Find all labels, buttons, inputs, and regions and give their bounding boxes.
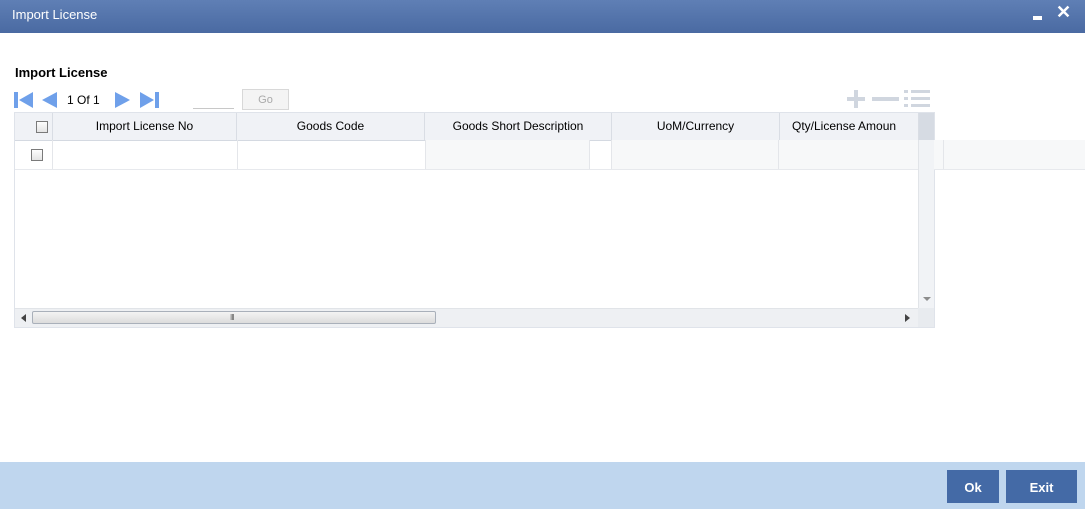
next-page-icon[interactable] bbox=[114, 91, 132, 109]
scroll-left-icon[interactable] bbox=[21, 314, 26, 322]
first-page-icon[interactable] bbox=[14, 91, 34, 109]
cell-extra[interactable] bbox=[944, 140, 1085, 169]
page-indicator: 1 Of 1 bbox=[67, 93, 100, 107]
close-icon[interactable]: ✕ bbox=[1056, 2, 1071, 22]
header-select-cell bbox=[15, 113, 53, 140]
go-button[interactable]: Go bbox=[242, 89, 289, 110]
grid-header-row: Import License No Goods Code Goods Short… bbox=[15, 113, 919, 141]
column-header-import-license-no[interactable]: Import License No bbox=[53, 113, 237, 140]
ok-button[interactable]: Ok bbox=[947, 470, 999, 503]
add-row-icon[interactable] bbox=[845, 88, 867, 110]
page-number-input[interactable] bbox=[193, 94, 234, 109]
scrollbar-grip: III bbox=[230, 313, 235, 322]
window-title: Import License bbox=[12, 7, 98, 22]
scroll-down-icon[interactable] bbox=[923, 297, 931, 302]
grid-pager: 1 Of 1 Go bbox=[14, 88, 934, 112]
section-title: Import License bbox=[15, 65, 108, 80]
scrollbar-thumb[interactable]: III bbox=[32, 311, 436, 324]
column-header-goods-short-description[interactable]: Goods Short Description bbox=[425, 113, 612, 140]
cell-goods-short-description[interactable] bbox=[426, 140, 590, 169]
select-all-checkbox[interactable] bbox=[36, 121, 48, 133]
horizontal-scrollbar[interactable]: III bbox=[15, 308, 918, 327]
scrollbar-corner bbox=[918, 308, 934, 327]
cell-spacer bbox=[590, 140, 612, 169]
column-header-qty-license-amount[interactable]: Qty/License Amoun bbox=[780, 113, 919, 140]
delete-row-icon[interactable] bbox=[870, 88, 900, 110]
list-view-icon[interactable] bbox=[903, 88, 931, 112]
scroll-right-icon[interactable] bbox=[905, 314, 910, 322]
column-header-uom-currency[interactable]: UoM/Currency bbox=[612, 113, 780, 140]
window-titlebar: Import License ✕ bbox=[0, 0, 1085, 33]
row-select-cell bbox=[15, 140, 53, 169]
row-checkbox[interactable] bbox=[31, 149, 43, 161]
vertical-scrollbar[interactable] bbox=[918, 140, 934, 308]
cell-goods-code[interactable] bbox=[238, 140, 426, 169]
column-header-goods-code[interactable]: Goods Code bbox=[237, 113, 425, 140]
cell-uom-currency[interactable] bbox=[612, 140, 779, 169]
previous-page-icon[interactable] bbox=[40, 91, 58, 109]
dialog-footer bbox=[0, 462, 1085, 509]
exit-button[interactable]: Exit bbox=[1006, 470, 1077, 503]
last-page-icon[interactable] bbox=[139, 91, 159, 109]
scrollbar-header-corner bbox=[919, 113, 934, 140]
minimize-icon[interactable] bbox=[1033, 16, 1042, 20]
cell-import-license-no[interactable] bbox=[53, 140, 238, 169]
